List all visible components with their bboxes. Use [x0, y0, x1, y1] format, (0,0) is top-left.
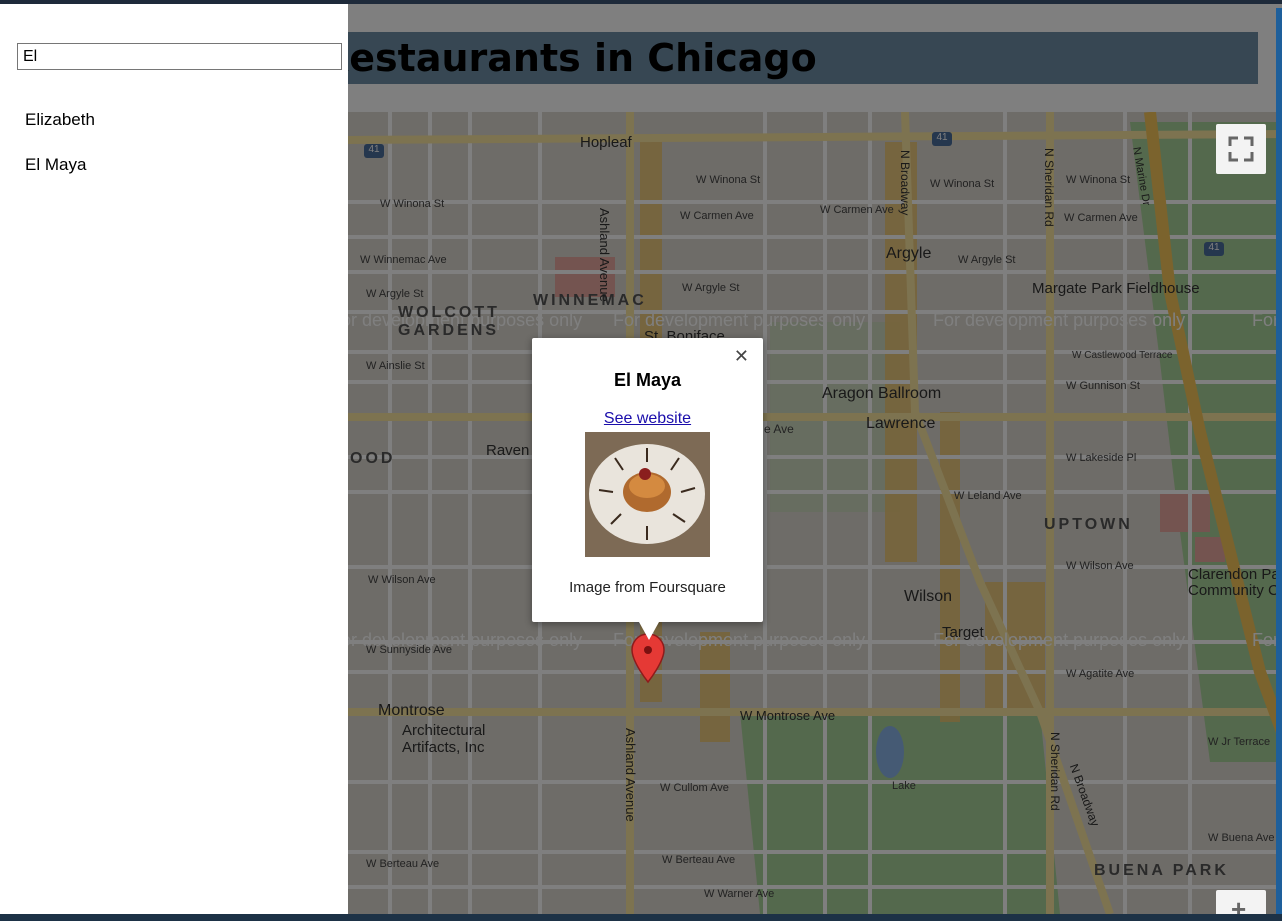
list-item[interactable]: Elizabeth [0, 100, 348, 145]
sidebar: Elizabeth El Maya [0, 4, 348, 914]
list-item[interactable]: El Maya [0, 145, 348, 190]
website-link[interactable]: See website [532, 410, 763, 428]
fullscreen-button[interactable] [1216, 124, 1266, 174]
info-window-tail [639, 622, 659, 640]
zoom-in-button[interactable]: + [1216, 890, 1266, 914]
app-window: Near Me Restaurants in Chicago [0, 4, 1282, 914]
image-caption: Image from Foursquare [569, 579, 726, 596]
restaurant-photo [585, 432, 710, 557]
info-window: ✕ El Maya See website Image from Foursqu… [532, 338, 763, 640]
search-input[interactable] [17, 43, 342, 70]
info-window-title: El Maya [613, 370, 682, 390]
plus-icon: + [1231, 894, 1247, 914]
fullscreen-icon [1228, 136, 1254, 162]
results-list: Elizabeth El Maya [0, 100, 348, 190]
map-marker-icon[interactable] [630, 632, 666, 689]
window-edge [1276, 8, 1282, 914]
close-icon[interactable]: ✕ [734, 346, 749, 367]
taskbar-strip [0, 914, 1282, 921]
